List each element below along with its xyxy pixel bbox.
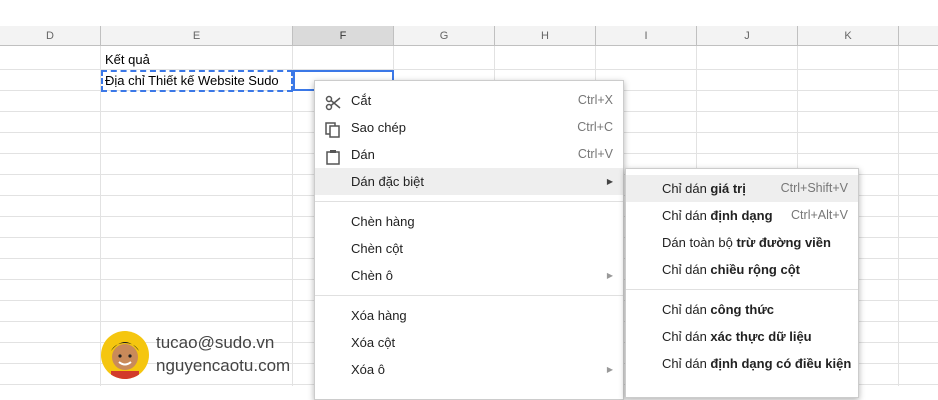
submenu-item-label: Chỉ dán định dạng có điều kiện [662, 350, 851, 377]
submenu-label-emphasis: trừ đường viền [736, 235, 831, 250]
menu-item-cut-label: Cắt [351, 93, 372, 108]
menu-item-delete-row[interactable]: Xóa hàng [315, 302, 623, 329]
menu-item-delete-column-label: Xóa cột [351, 335, 396, 350]
menu-item-copy-label: Sao chép [351, 120, 406, 135]
menu-item-insert-cells[interactable]: Chèn ô ▶ [315, 262, 623, 289]
menu-item-delete-cells-label: Xóa ô [351, 362, 385, 377]
submenu-label-prefix: Chỉ dán [662, 181, 711, 196]
submenu-label-prefix: Chỉ dán [662, 262, 711, 277]
menu-separator [315, 201, 623, 202]
column-header-f[interactable]: F [293, 26, 394, 46]
clipboard-icon [325, 147, 341, 165]
submenu-item-paste-conditional-format[interactable]: Chỉ dán định dạng có điều kiện [626, 350, 858, 377]
submenu-item-paste-no-borders[interactable]: Dán toàn bộ trừ đường viền [626, 229, 858, 256]
menu-item-paste-special[interactable]: Dán đặc biệt ▶ [315, 168, 623, 195]
column-header-k[interactable]: K [798, 26, 899, 46]
submenu-item-label: Chỉ dán giá trị [662, 175, 746, 202]
column-header-i[interactable]: I [596, 26, 697, 46]
submenu-label-prefix: Dán toàn bộ [662, 235, 737, 250]
menu-separator [315, 295, 623, 296]
submenu-item-shortcut: Ctrl+Shift+V [780, 181, 848, 195]
menu-item-insert-column-label: Chèn cột [351, 241, 404, 256]
column-header-j[interactable]: J [697, 26, 798, 46]
submenu-item-label: Chỉ dán định dạng [662, 202, 773, 229]
menu-item-paste[interactable]: Dán Ctrl+V [315, 141, 623, 168]
submenu-arrow-icon: ▶ [606, 365, 613, 374]
column-header-extra [899, 26, 938, 46]
menu-item-delete-cells[interactable]: Xóa ô ▶ [315, 356, 623, 383]
context-menu: Cắt Ctrl+X Sao chép Ctrl+C Dán Ctrl+V Dá… [314, 80, 624, 400]
submenu-arrow-icon: ▶ [606, 177, 613, 186]
scissors-icon [325, 93, 341, 111]
submenu-item-paste-formula[interactable]: Chỉ dán công thức [626, 296, 858, 323]
copy-icon [325, 120, 341, 138]
submenu-arrow-icon: ▶ [606, 271, 613, 280]
submenu-item-paste-values[interactable]: Chỉ dán giá trị Ctrl+Shift+V [626, 175, 858, 202]
submenu-label-prefix: Chỉ dán [662, 329, 711, 344]
menu-item-paste-label: Dán [351, 147, 375, 162]
submenu-label-emphasis: định dạng có điều kiện [710, 356, 852, 371]
column-header-h[interactable]: H [495, 26, 596, 46]
menu-item-cut[interactable]: Cắt Ctrl+X [315, 87, 623, 114]
menu-item-insert-row-label: Chèn hàng [351, 214, 415, 229]
toolbar-area [0, 0, 938, 27]
submenu-label-prefix: Chỉ dán [662, 302, 711, 317]
submenu-item-paste-validation[interactable]: Chỉ dán xác thực dữ liệu [626, 323, 858, 350]
menu-item-insert-row[interactable]: Chèn hàng [315, 208, 623, 235]
submenu-label-emphasis: định dạng [710, 208, 773, 223]
submenu-label-prefix: Chỉ dán [662, 208, 711, 223]
submenu-label-emphasis: chiều rộng cột [710, 262, 800, 277]
menu-item-delete-column[interactable]: Xóa cột [315, 329, 623, 356]
menu-item-insert-cells-label: Chèn ô [351, 268, 393, 283]
menu-item-copy[interactable]: Sao chép Ctrl+C [315, 114, 623, 141]
submenu-label-emphasis: công thức [710, 302, 774, 317]
column-header-e[interactable]: E [101, 26, 293, 46]
submenu-item-shortcut: Ctrl+Alt+V [791, 208, 848, 222]
menu-item-delete-row-label: Xóa hàng [351, 308, 407, 323]
submenu-label-emphasis: xác thực dữ liệu [710, 329, 812, 344]
menu-item-copy-shortcut: Ctrl+C [577, 120, 613, 134]
submenu-item-paste-column-width[interactable]: Chỉ dán chiều rộng cột [626, 256, 858, 283]
watermark-email: tucao@sudo.vn [156, 333, 275, 352]
submenu-label-emphasis: giá trị [710, 181, 746, 196]
column-header-g[interactable]: G [394, 26, 495, 46]
menu-item-paste-special-label: Dán đặc biệt [351, 174, 424, 189]
menu-item-paste-shortcut: Ctrl+V [577, 147, 613, 161]
menu-item-cut-shortcut: Ctrl+X [577, 93, 613, 107]
submenu-label-prefix: Chỉ dán [662, 356, 711, 371]
paste-special-submenu: Chỉ dán giá trị Ctrl+Shift+V Chỉ dán địn… [625, 168, 859, 398]
submenu-item-label: Dán toàn bộ trừ đường viền [662, 229, 831, 256]
avatar [101, 331, 149, 379]
submenu-item-label: Chỉ dán chiều rộng cột [662, 256, 800, 283]
menu-separator [626, 289, 858, 290]
submenu-item-paste-format[interactable]: Chỉ dán định dạng Ctrl+Alt+V [626, 202, 858, 229]
watermark-site: nguyencaotu.com [156, 356, 291, 375]
column-header-d[interactable]: D [0, 26, 101, 46]
submenu-item-label: Chỉ dán xác thực dữ liệu [662, 323, 812, 350]
submenu-item-label: Chỉ dán công thức [662, 296, 774, 323]
menu-item-insert-column[interactable]: Chèn cột [315, 235, 623, 262]
cell-e1[interactable]: Kết quả [105, 52, 150, 67]
copy-selection-border [101, 70, 293, 92]
